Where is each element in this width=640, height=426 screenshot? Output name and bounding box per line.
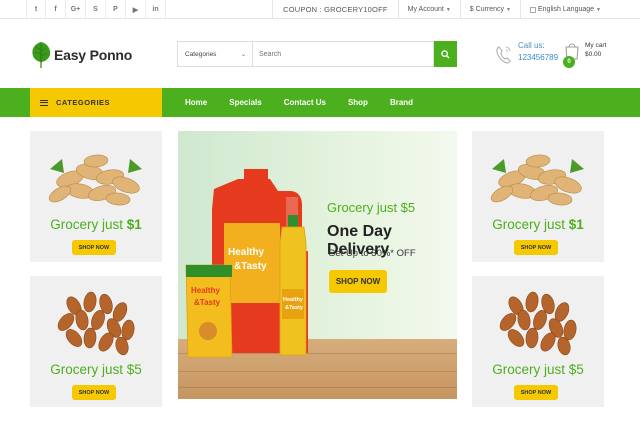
nav-specials[interactable]: Specials [229,88,261,117]
call-label: Call us: [518,41,545,50]
nav-shop[interactable]: Shop [348,88,368,117]
nav-brand[interactable]: Brand [390,88,413,117]
shop-now-button[interactable]: SHOP NOW [514,385,558,400]
twitter-icon[interactable]: t [26,0,46,19]
call-us: Call us: 123456789 [495,41,558,66]
chevron-down-icon: ▼ [506,6,511,13]
peanuts-image [48,154,142,206]
promo-card-right-bottom[interactable]: Grocery just $5 SHOP NOW [472,276,604,407]
phone-icon [496,46,511,64]
shop-now-button[interactable]: SHOP NOW [72,240,116,255]
chevron-down-icon: ▼ [445,6,451,13]
currency-label: $ Currency [469,6,505,13]
oil-products-image: Healthy &Tasty Healthy &Tasty Healthy &T… [185,169,308,358]
menu-icon [40,99,48,106]
shop-now-button[interactable]: SHOP NOW [514,240,558,255]
banner-offer: Get Up to 30%* OFF [328,248,416,259]
hero-banner[interactable]: Healthy &Tasty Healthy &Tasty Healthy &T… [178,131,457,399]
social-links: t f G+ S P ▶ in [26,0,166,19]
peanuts-image [490,154,584,206]
banner-shop-now-button[interactable]: SHOP NOW [329,270,387,293]
youtube-icon[interactable]: ▶ [126,0,146,19]
mini-cart[interactable]: 0 My cart $0.00 [563,41,607,68]
almonds-image [57,291,135,356]
site-logo[interactable]: Easy Ponno [30,40,132,70]
svg-text:&Tasty: &Tasty [285,305,304,311]
facebook-icon[interactable]: f [46,0,66,19]
call-number[interactable]: 123456789 [518,53,558,62]
google-plus-icon[interactable]: G+ [66,0,86,19]
cart-icon: 0 [563,41,581,68]
promo-title: Grocery just $1 [492,217,584,232]
nav-contact-us[interactable]: Contact Us [284,88,326,117]
promo-card-right-top[interactable]: Grocery just $1 SHOP NOW [472,131,604,262]
category-select[interactable]: Categories ⌄ [177,41,252,67]
search-input[interactable] [252,41,434,67]
promo-title: Grocery just $1 [50,217,142,232]
cart-label: My cart [585,42,607,49]
pinterest-icon[interactable]: P [106,0,126,19]
logo-text: Easy Ponno [54,47,133,63]
coupon-code: COUPON : GROCERY10OFF [272,0,398,19]
search-bar: Categories ⌄ [177,41,457,67]
currency-dropdown[interactable]: $ Currency ▼ [459,0,520,19]
nav-home[interactable]: Home [185,88,207,117]
svg-text:&Tasty: &Tasty [234,261,267,272]
language-dropdown[interactable]: English Language ▼ [519,0,610,19]
promo-card-left-bottom[interactable]: Grocery just $5 SHOP NOW [30,276,162,407]
flag-icon [529,6,536,13]
categories-button[interactable]: CATEGORIES [30,88,162,117]
language-label: English Language [537,6,595,13]
category-select-label: Categories [185,50,217,58]
skype-icon[interactable]: S [86,0,106,19]
search-button[interactable] [434,41,457,67]
leaf-logo-icon [32,42,51,68]
categories-label: CATEGORIES [56,98,111,107]
promo-card-left-top[interactable]: Grocery just $1 SHOP NOW [30,131,162,262]
chevron-down-icon: ⌄ [240,52,246,58]
svg-text:&Tasty: &Tasty [194,298,221,307]
search-icon [441,49,450,59]
cart-amount: $0.00 [585,51,602,58]
svg-text:Healthy: Healthy [283,297,304,303]
cart-count-badge: 0 [563,56,575,68]
promo-title: Grocery just $5 [492,362,584,377]
svg-text:Healthy: Healthy [191,286,220,295]
top-bar: t f G+ S P ▶ in COUPON : GROCERY10OFF My… [0,0,640,19]
almonds-image [499,291,577,356]
banner-subtitle: Grocery just $5 [327,200,416,215]
promo-title: Grocery just $5 [50,362,142,377]
chevron-down-icon: ▼ [596,6,601,13]
linkedin-icon[interactable]: in [146,0,166,19]
main-nav: CATEGORIES Home Specials Contact Us Shop… [0,88,640,117]
my-account-label: My Account [407,6,444,13]
svg-text:Healthy: Healthy [228,247,265,258]
my-account-dropdown[interactable]: My Account ▼ [397,0,460,19]
shop-now-button[interactable]: SHOP NOW [72,385,116,400]
